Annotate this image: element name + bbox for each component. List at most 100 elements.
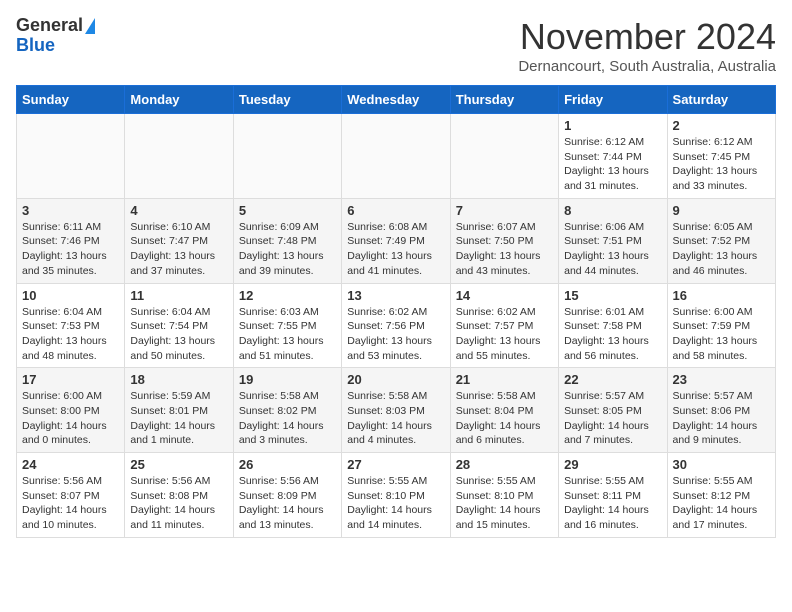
calendar-day-cell	[450, 114, 558, 199]
day-number: 12	[239, 288, 336, 303]
calendar-day-cell: 29Sunrise: 5:55 AM Sunset: 8:11 PM Dayli…	[559, 453, 667, 538]
logo-blue: Blue	[16, 36, 55, 56]
day-info: Sunrise: 5:56 AM Sunset: 8:09 PM Dayligh…	[239, 474, 336, 533]
day-number: 26	[239, 457, 336, 472]
calendar-day-cell	[342, 114, 450, 199]
day-info: Sunrise: 5:55 AM Sunset: 8:12 PM Dayligh…	[673, 474, 770, 533]
day-number: 16	[673, 288, 770, 303]
weekday-header: Saturday	[667, 86, 775, 114]
calendar-day-cell: 17 Sunrise: 6:00 AM Sunset: 8:00 PM Dayli…	[17, 368, 125, 453]
calendar-day-cell: 22Sunrise: 5:57 AM Sunset: 8:05 PM Dayli…	[559, 368, 667, 453]
day-number: 3	[22, 203, 119, 218]
day-info: Sunrise: 6:10 AM Sunset: 7:47 PM Dayligh…	[130, 220, 227, 279]
day-number: 2	[673, 118, 770, 133]
calendar-day-cell: 12 Sunrise: 6:03 AM Sunset: 7:55 PM Dayli…	[233, 283, 341, 368]
day-number: 8	[564, 203, 661, 218]
day-number: 25	[130, 457, 227, 472]
calendar-day-cell: 16 Sunrise: 6:00 AM Sunset: 7:59 PM Dayli…	[667, 283, 775, 368]
calendar-week-row: 17 Sunrise: 6:00 AM Sunset: 8:00 PM Dayli…	[17, 368, 776, 453]
day-info: Sunrise: 5:58 AM Sunset: 8:02 PM Dayligh…	[239, 389, 336, 448]
logo: General Blue	[16, 16, 95, 56]
location-title: Dernancourt, South Australia, Australia	[518, 58, 776, 75]
page-header: General Blue November 2024 Dernancourt, …	[16, 16, 776, 75]
calendar-day-cell: 18 Sunrise: 5:59 AM Sunset: 8:01 PM Dayli…	[125, 368, 233, 453]
calendar-day-cell: 5 Sunrise: 6:09 AM Sunset: 7:48 PM Daylig…	[233, 198, 341, 283]
day-info: Sunrise: 5:58 AM Sunset: 8:03 PM Dayligh…	[347, 389, 444, 448]
day-info: Sunrise: 6:04 AM Sunset: 7:54 PM Dayligh…	[130, 305, 227, 364]
day-info: Sunrise: 6:08 AM Sunset: 7:49 PM Dayligh…	[347, 220, 444, 279]
calendar-day-cell: 14 Sunrise: 6:02 AM Sunset: 7:57 PM Dayli…	[450, 283, 558, 368]
logo-triangle-icon	[85, 18, 95, 34]
day-number: 14	[456, 288, 553, 303]
calendar-day-cell	[125, 114, 233, 199]
calendar-day-cell: 25 Sunrise: 5:56 AM Sunset: 8:08 PM Dayli…	[125, 453, 233, 538]
calendar-header-row: SundayMondayTuesdayWednesdayThursdayFrid…	[17, 86, 776, 114]
day-number: 17	[22, 372, 119, 387]
day-info: Sunrise: 5:59 AM Sunset: 8:01 PM Dayligh…	[130, 389, 227, 448]
day-number: 6	[347, 203, 444, 218]
day-number: 29	[564, 457, 661, 472]
day-info: Sunrise: 5:55 AM Sunset: 8:10 PM Dayligh…	[347, 474, 444, 533]
calendar-week-row: 10 Sunrise: 6:04 AM Sunset: 7:53 PM Dayli…	[17, 283, 776, 368]
day-number: 11	[130, 288, 227, 303]
day-number: 20	[347, 372, 444, 387]
calendar-day-cell: 10 Sunrise: 6:04 AM Sunset: 7:53 PM Dayli…	[17, 283, 125, 368]
calendar-day-cell: 6 Sunrise: 6:08 AM Sunset: 7:49 PM Daylig…	[342, 198, 450, 283]
calendar-table: SundayMondayTuesdayWednesdayThursdayFrid…	[16, 85, 776, 538]
calendar-week-row: 1Sunrise: 6:12 AM Sunset: 7:44 PM Daylig…	[17, 114, 776, 199]
calendar-day-cell: 13 Sunrise: 6:02 AM Sunset: 7:56 PM Dayli…	[342, 283, 450, 368]
day-info: Sunrise: 5:57 AM Sunset: 8:06 PM Dayligh…	[673, 389, 770, 448]
day-info: Sunrise: 6:01 AM Sunset: 7:58 PM Dayligh…	[564, 305, 661, 364]
day-number: 18	[130, 372, 227, 387]
calendar-day-cell: 1Sunrise: 6:12 AM Sunset: 7:44 PM Daylig…	[559, 114, 667, 199]
day-number: 15	[564, 288, 661, 303]
calendar-day-cell: 9Sunrise: 6:05 AM Sunset: 7:52 PM Daylig…	[667, 198, 775, 283]
day-info: Sunrise: 6:00 AM Sunset: 7:59 PM Dayligh…	[673, 305, 770, 364]
calendar-day-cell: 2 Sunrise: 6:12 AM Sunset: 7:45 PM Daylig…	[667, 114, 775, 199]
day-number: 19	[239, 372, 336, 387]
weekday-header: Thursday	[450, 86, 558, 114]
day-number: 7	[456, 203, 553, 218]
calendar-week-row: 24Sunrise: 5:56 AM Sunset: 8:07 PM Dayli…	[17, 453, 776, 538]
day-number: 21	[456, 372, 553, 387]
day-info: Sunrise: 6:04 AM Sunset: 7:53 PM Dayligh…	[22, 305, 119, 364]
calendar-day-cell	[17, 114, 125, 199]
day-number: 4	[130, 203, 227, 218]
day-info: Sunrise: 6:07 AM Sunset: 7:50 PM Dayligh…	[456, 220, 553, 279]
day-number: 5	[239, 203, 336, 218]
day-info: Sunrise: 6:11 AM Sunset: 7:46 PM Dayligh…	[22, 220, 119, 279]
calendar-week-row: 3 Sunrise: 6:11 AM Sunset: 7:46 PM Daylig…	[17, 198, 776, 283]
day-info: Sunrise: 5:55 AM Sunset: 8:10 PM Dayligh…	[456, 474, 553, 533]
day-info: Sunrise: 6:09 AM Sunset: 7:48 PM Dayligh…	[239, 220, 336, 279]
title-section: November 2024 Dernancourt, South Austral…	[518, 16, 776, 75]
day-info: Sunrise: 6:05 AM Sunset: 7:52 PM Dayligh…	[673, 220, 770, 279]
calendar-day-cell: 21Sunrise: 5:58 AM Sunset: 8:04 PM Dayli…	[450, 368, 558, 453]
weekday-header: Friday	[559, 86, 667, 114]
calendar-day-cell: 15 Sunrise: 6:01 AM Sunset: 7:58 PM Dayli…	[559, 283, 667, 368]
day-number: 30	[673, 457, 770, 472]
day-info: Sunrise: 6:02 AM Sunset: 7:57 PM Dayligh…	[456, 305, 553, 364]
calendar-day-cell: 26 Sunrise: 5:56 AM Sunset: 8:09 PM Dayli…	[233, 453, 341, 538]
day-info: Sunrise: 6:00 AM Sunset: 8:00 PM Dayligh…	[22, 389, 119, 448]
calendar-day-cell: 11 Sunrise: 6:04 AM Sunset: 7:54 PM Dayli…	[125, 283, 233, 368]
day-number: 23	[673, 372, 770, 387]
day-number: 28	[456, 457, 553, 472]
day-info: Sunrise: 6:03 AM Sunset: 7:55 PM Dayligh…	[239, 305, 336, 364]
day-number: 10	[22, 288, 119, 303]
weekday-header: Sunday	[17, 86, 125, 114]
calendar-day-cell: 23 Sunrise: 5:57 AM Sunset: 8:06 PM Dayli…	[667, 368, 775, 453]
day-number: 13	[347, 288, 444, 303]
calendar-day-cell: 20 Sunrise: 5:58 AM Sunset: 8:03 PM Dayli…	[342, 368, 450, 453]
logo-general: General	[16, 16, 83, 36]
day-info: Sunrise: 6:02 AM Sunset: 7:56 PM Dayligh…	[347, 305, 444, 364]
calendar-day-cell: 30 Sunrise: 5:55 AM Sunset: 8:12 PM Dayli…	[667, 453, 775, 538]
month-title: November 2024	[518, 16, 776, 58]
day-info: Sunrise: 6:12 AM Sunset: 7:45 PM Dayligh…	[673, 135, 770, 194]
day-number: 22	[564, 372, 661, 387]
calendar-day-cell: 27Sunrise: 5:55 AM Sunset: 8:10 PM Dayli…	[342, 453, 450, 538]
weekday-header: Monday	[125, 86, 233, 114]
calendar-day-cell: 28 Sunrise: 5:55 AM Sunset: 8:10 PM Dayli…	[450, 453, 558, 538]
calendar-day-cell: 4 Sunrise: 6:10 AM Sunset: 7:47 PM Daylig…	[125, 198, 233, 283]
day-info: Sunrise: 5:56 AM Sunset: 8:08 PM Dayligh…	[130, 474, 227, 533]
calendar-day-cell: 7 Sunrise: 6:07 AM Sunset: 7:50 PM Daylig…	[450, 198, 558, 283]
